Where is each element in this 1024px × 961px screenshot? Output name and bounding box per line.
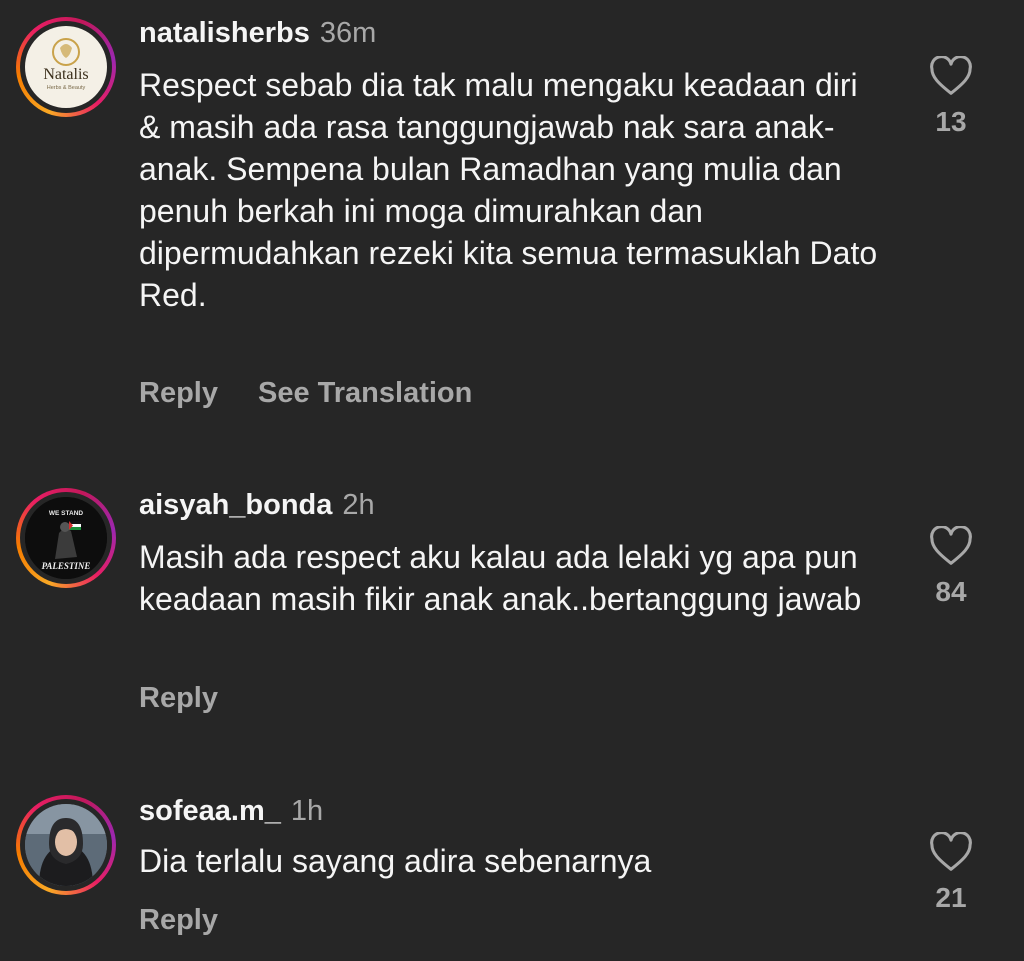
comment-time: 1h: [290, 795, 324, 827]
avatar[interactable]: [16, 795, 116, 895]
heart-outline-icon: [930, 832, 972, 871]
comment: sofeaa.m_ 1h Dia terlalu sayang adira seb…: [0, 0, 1024, 961]
like-button[interactable]: 21: [910, 832, 992, 914]
user-photo: [25, 804, 107, 886]
comment-username[interactable]: sofeaa.m_ 1h: [139, 795, 323, 828]
comment-text: Dia terlalu sayang adira sebenarnya: [139, 843, 652, 879]
reply-button[interactable]: Reply: [139, 904, 218, 936]
like-count: 21: [935, 882, 967, 913]
